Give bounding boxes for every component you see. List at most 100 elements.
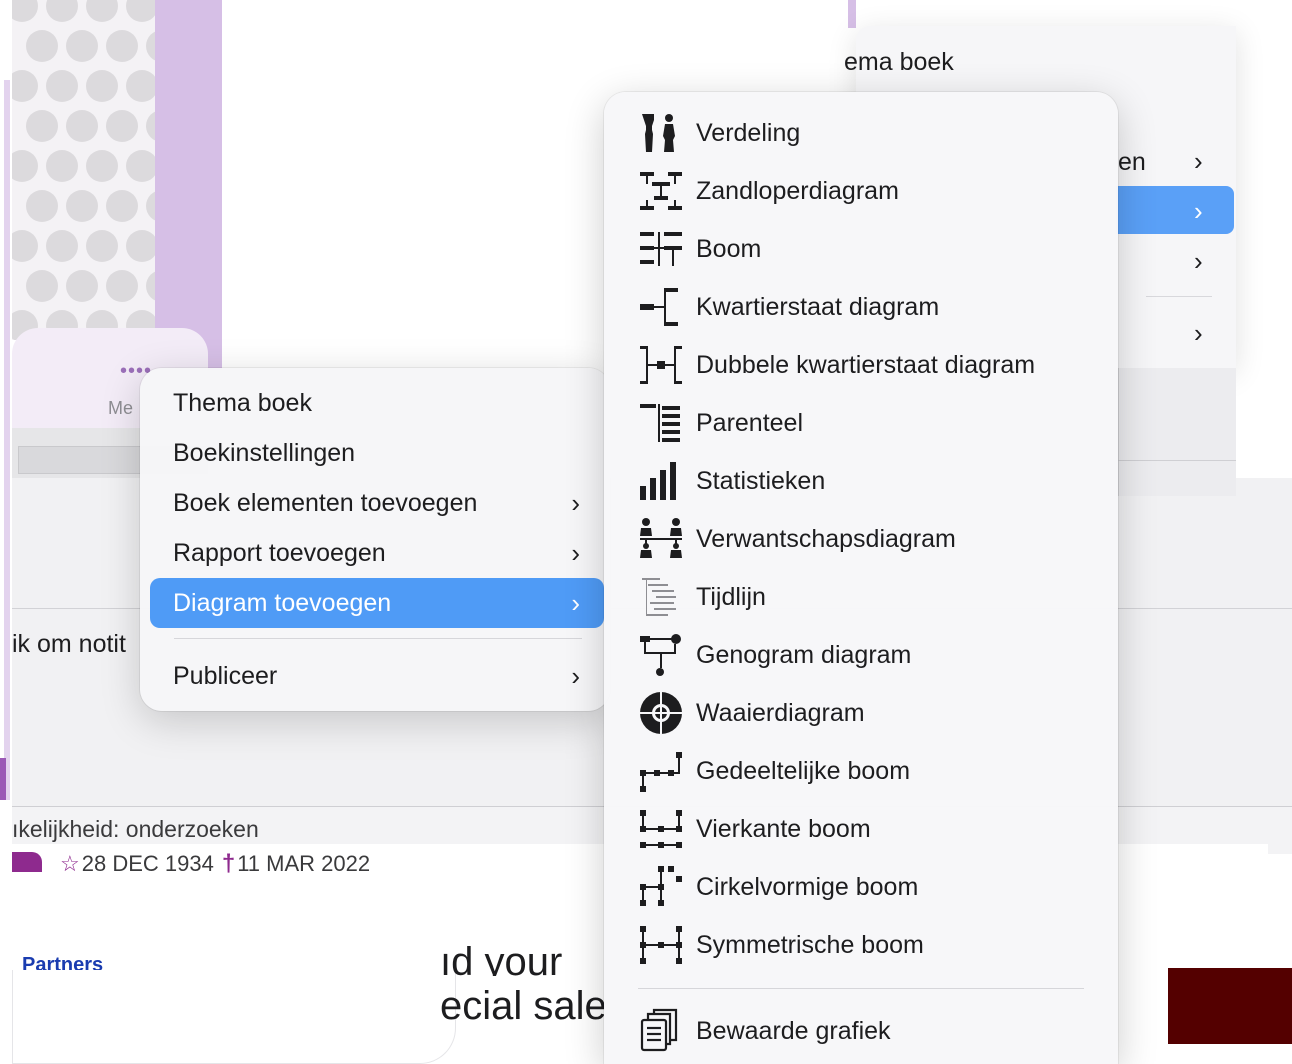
pattern-dot xyxy=(12,70,38,102)
submenu-item-relationship-chart[interactable]: Verwantschapsdiagram xyxy=(604,510,1118,568)
pattern-dot xyxy=(126,150,158,182)
chevron-right-icon: › xyxy=(571,488,580,518)
menu-item-publish[interactable]: Publiceer › xyxy=(150,651,604,701)
submenu-item-label: Boom xyxy=(696,234,762,263)
menu-item-book-settings[interactable]: Boekinstellingen xyxy=(150,428,604,478)
background-menu-selection xyxy=(1116,186,1234,234)
menu-item-label: Boekinstellingen xyxy=(173,438,356,467)
submenu-item-label: Vierkante boom xyxy=(696,814,871,843)
genogram-icon xyxy=(638,632,684,678)
pattern-dot xyxy=(86,0,118,22)
background-menu-separator xyxy=(1146,296,1212,297)
purple-sliver xyxy=(848,0,856,28)
pattern-dot xyxy=(12,150,38,182)
pattern-dot xyxy=(86,230,118,262)
chevron-right-icon: › xyxy=(1194,318,1203,348)
submenu-item-symmetric-tree[interactable]: Symmetrische boom xyxy=(604,916,1118,974)
submenu-item-label: Gedeeltelijke boom xyxy=(696,756,911,785)
submenu-item-partial-tree[interactable]: Gedeeltelijke boom xyxy=(604,742,1118,800)
menu-item-label: Rapport toevoegen xyxy=(173,538,386,567)
person-tag xyxy=(12,852,42,872)
fan-chart-icon xyxy=(638,690,684,736)
menu-item-theme-book[interactable]: Thema boek xyxy=(150,378,604,428)
right-panel xyxy=(1118,368,1236,496)
relationship-chart-icon xyxy=(638,516,684,562)
pattern-dot xyxy=(126,230,158,262)
submenu-item-genogram[interactable]: Genogram diagram xyxy=(604,626,1118,684)
background-menu-item[interactable]: en xyxy=(1118,148,1146,177)
pattern-dot xyxy=(12,230,38,262)
submenu-item-label: Verwantschapsdiagram xyxy=(696,524,956,553)
submenu-item-statistics[interactable]: Statistieken xyxy=(604,452,1118,510)
status-text: ıkelijkheid: onderzoeken xyxy=(12,816,259,842)
chevron-right-icon: › xyxy=(1194,196,1203,226)
circular-tree-icon xyxy=(638,864,684,910)
pattern-dot xyxy=(26,110,58,142)
pattern-dot xyxy=(86,150,118,182)
background-menu-title[interactable]: ema boek xyxy=(844,48,954,77)
pattern-dot xyxy=(66,30,98,62)
timeline-icon xyxy=(638,574,684,620)
submenu-item-double-ancestor-chart[interactable]: Dubbele kwartierstaat diagram xyxy=(604,336,1118,394)
menu-item-label: Diagram toevoegen xyxy=(173,588,392,617)
book-context-menu: Thema boek Boekinstellingen Boek element… xyxy=(140,368,610,711)
menu-item-add-book-elements[interactable]: Boek elementen toevoegen › xyxy=(150,478,604,528)
submenu-item-label: Genogram diagram xyxy=(696,640,912,669)
chevron-right-icon: › xyxy=(1194,146,1203,176)
submenu-item-label: Parenteel xyxy=(696,408,804,437)
pattern-dot xyxy=(46,150,78,182)
pattern-dot xyxy=(26,190,58,222)
ancestor-chart-icon xyxy=(638,284,684,330)
pattern-dot xyxy=(106,30,138,62)
distribution-icon xyxy=(638,110,684,156)
menu-separator xyxy=(174,638,582,639)
submenu-item-circular-tree[interactable]: Cirkelvormige boom xyxy=(604,858,1118,916)
pattern-dot xyxy=(106,190,138,222)
promo-line-1: ıd your xyxy=(440,940,563,976)
submenu-item-label: Tijdlijn xyxy=(696,582,766,611)
submenu-item-distribution[interactable]: Verdeling xyxy=(604,104,1118,162)
more-label[interactable]: Me xyxy=(108,398,133,419)
pattern-dot xyxy=(26,30,58,62)
death-cross-icon: † xyxy=(221,850,236,877)
submenu-item-fan-chart[interactable]: Waaierdiagram xyxy=(604,684,1118,742)
submenu-item-saved-chart[interactable]: Bewaarde grafiek xyxy=(604,1002,1118,1060)
right-panel-divider xyxy=(1118,460,1236,461)
left-edge xyxy=(0,0,12,1064)
menu-item-add-report[interactable]: Rapport toevoegen › xyxy=(150,528,604,578)
submenu-item-label: Statistieken xyxy=(696,466,826,495)
submenu-item-parenteel[interactable]: Parenteel xyxy=(604,394,1118,452)
partners-label[interactable]: Partners xyxy=(22,954,103,970)
partial-tree-icon xyxy=(638,748,684,794)
dot-pattern-panel xyxy=(12,0,160,340)
diagram-submenu: Verdeling Zandloperdiagram Boom Kwartier… xyxy=(604,92,1118,1064)
purple-marker xyxy=(0,758,6,800)
submenu-item-ancestor-chart[interactable]: Kwartierstaat diagram xyxy=(604,278,1118,336)
submenu-item-label: Zandloperdiagram xyxy=(696,176,899,205)
left-accent-line xyxy=(4,80,10,800)
submenu-separator xyxy=(638,988,1084,989)
submenu-item-tree[interactable]: Boom xyxy=(604,220,1118,278)
menu-item-add-diagram[interactable]: Diagram toevoegen › xyxy=(150,578,604,628)
pattern-dot xyxy=(106,110,138,142)
pattern-dot xyxy=(106,270,138,302)
pattern-dot xyxy=(12,0,38,22)
pattern-dot xyxy=(46,230,78,262)
double-ancestor-chart-icon xyxy=(638,342,684,388)
pattern-dot xyxy=(46,70,78,102)
pattern-dot xyxy=(66,110,98,142)
chevron-right-icon: › xyxy=(571,661,580,691)
chevron-right-icon: › xyxy=(571,538,580,568)
menu-item-label: Boek elementen toevoegen xyxy=(173,488,478,517)
square-tree-icon xyxy=(638,806,684,852)
submenu-item-label: Dubbele kwartierstaat diagram xyxy=(696,350,1036,379)
pattern-dot xyxy=(86,70,118,102)
promo-line-2: ecial sale xyxy=(440,984,607,1028)
submenu-item-hourglass[interactable]: Zandloperdiagram xyxy=(604,162,1118,220)
pattern-dot xyxy=(126,0,158,22)
submenu-item-square-tree[interactable]: Vierkante boom xyxy=(604,800,1118,858)
submenu-item-timeline[interactable]: Tijdlijn xyxy=(604,568,1118,626)
submenu-item-label: Verdeling xyxy=(696,118,801,147)
birth-date: 28 DEC 1934 xyxy=(81,851,214,876)
death-date: 11 MAR 2022 xyxy=(237,851,371,876)
